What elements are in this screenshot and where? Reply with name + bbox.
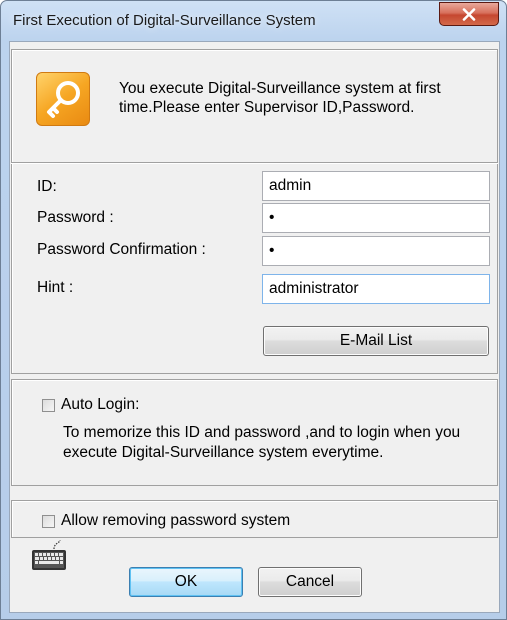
key-icon xyxy=(36,72,90,126)
auto-login-label: Auto Login: xyxy=(61,396,140,413)
password-confirmation-label: Password Confirmation : xyxy=(37,241,206,258)
dialog-window: First Execution of Digital-Surveillance … xyxy=(0,0,507,620)
auto-login-description: To memorize this ID and password ,and to… xyxy=(63,424,461,461)
hint-field[interactable] xyxy=(262,274,490,304)
window-title: First Execution of Digital-Surveillance … xyxy=(13,12,316,29)
keyboard-icon[interactable] xyxy=(30,539,66,575)
allow-removing-password-label: Allow removing password system xyxy=(61,512,291,529)
ok-button[interactable]: OK xyxy=(129,567,243,597)
dialog-body: You execute Digital-Surveillance system … xyxy=(9,41,500,613)
close-icon xyxy=(462,7,476,21)
close-button[interactable] xyxy=(439,2,499,26)
title-bar[interactable]: First Execution of Digital-Surveillance … xyxy=(1,1,506,41)
divider xyxy=(11,162,498,164)
allow-removing-password-checkbox[interactable] xyxy=(42,515,55,528)
id-label: ID: xyxy=(37,178,57,195)
email-list-button[interactable]: E-Mail List xyxy=(263,326,489,356)
hint-label: Hint : xyxy=(37,279,74,296)
id-field[interactable] xyxy=(262,171,490,201)
intro-message: You execute Digital-Surveillance system … xyxy=(119,80,441,116)
password-confirmation-field[interactable] xyxy=(262,236,490,266)
auto-login-checkbox[interactable] xyxy=(42,399,55,412)
cancel-button[interactable]: Cancel xyxy=(258,567,362,597)
password-label: Password : xyxy=(37,209,114,226)
password-field[interactable] xyxy=(262,203,490,233)
